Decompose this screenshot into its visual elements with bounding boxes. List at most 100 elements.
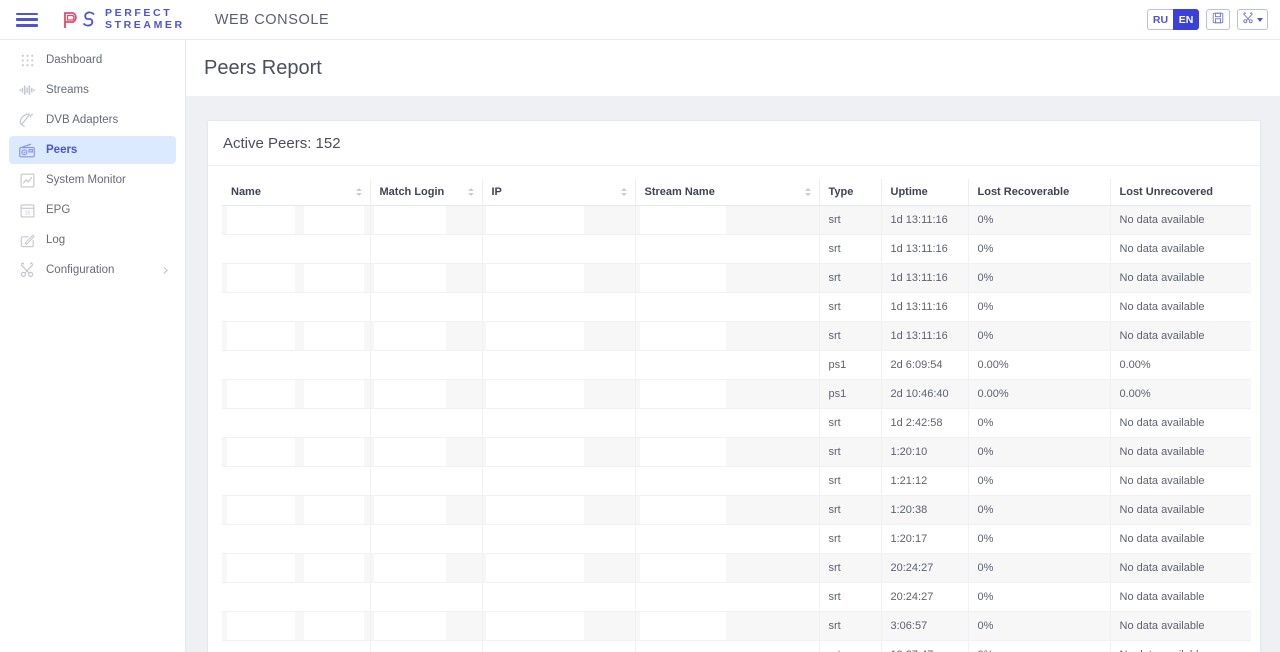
- save-button[interactable]: [1206, 9, 1230, 30]
- table-row[interactable]: srt1:20:170%No data available: [222, 525, 1251, 554]
- sort-icon[interactable]: [621, 188, 627, 196]
- column-header-lost-recoverable[interactable]: Lost Recoverable: [968, 179, 1110, 206]
- lang-button-en[interactable]: EN: [1173, 9, 1199, 30]
- cell-lost-recoverable: 0%: [968, 467, 1110, 496]
- main-content: Peers Report Active Peers: 152 Name: [186, 40, 1280, 652]
- table-row[interactable]: srt1:20:100%No data available: [222, 438, 1251, 467]
- table-row[interactable]: srt1d 13:11:160%No data available: [222, 235, 1251, 264]
- redacted-value: [486, 235, 636, 263]
- redacted-value: [227, 554, 295, 582]
- column-header-type[interactable]: Type: [819, 179, 881, 206]
- cell-lost-recoverable: 0%: [968, 322, 1110, 351]
- line-chart-icon: [18, 171, 36, 189]
- sidebar-item-streams[interactable]: Streams: [9, 76, 176, 104]
- brand-wordmark: PERFECT STREAMER: [105, 8, 185, 31]
- cell-stream-name: [635, 380, 819, 409]
- column-header-name[interactable]: Name: [222, 179, 370, 206]
- redacted-value: [374, 264, 446, 292]
- column-header-uptime[interactable]: Uptime: [881, 179, 968, 206]
- table-row[interactable]: srt1d 13:11:160%No data available: [222, 206, 1251, 235]
- table-row[interactable]: srt1:21:120%No data available: [222, 467, 1251, 496]
- table-row[interactable]: srt1:20:380%No data available: [222, 496, 1251, 525]
- cell-name: [222, 612, 370, 641]
- cell-uptime: 19:37:47: [881, 641, 968, 652]
- table-row[interactable]: srt3:06:570%No data available: [222, 612, 1251, 641]
- calendar-icon: 15: [18, 201, 36, 219]
- cell-uptime: 1d 13:11:16: [881, 235, 968, 264]
- sidebar-label: Log: [46, 234, 65, 246]
- cell-stream-name: [635, 206, 819, 235]
- table-row[interactable]: srt1d 2:42:580%No data available: [222, 409, 1251, 438]
- redacted-value: [486, 525, 636, 553]
- sidebar-item-log[interactable]: Log: [9, 226, 176, 254]
- cell-type: srt: [819, 293, 881, 322]
- table-row[interactable]: srt1d 13:11:160%No data available: [222, 293, 1251, 322]
- cell-stream-name: [635, 264, 819, 293]
- cell-lost-recoverable: 0%: [968, 206, 1110, 235]
- sidebar-item-dashboard[interactable]: Dashboard: [9, 46, 176, 74]
- table-row[interactable]: ps12d 6:09:540.00%0.00%: [222, 351, 1251, 380]
- sort-icon[interactable]: [805, 188, 811, 196]
- brand-logo[interactable]: PERFECT STREAMER: [62, 8, 185, 31]
- redacted-value: [640, 264, 726, 292]
- table-row[interactable]: srt1d 13:11:160%No data available: [222, 322, 1251, 351]
- column-label: Name: [231, 186, 261, 198]
- cell-uptime: 20:24:27: [881, 583, 968, 612]
- cell-lost-recoverable: 0%: [968, 496, 1110, 525]
- cell-lost-recoverable: 0%: [968, 438, 1110, 467]
- sidebar-item-configuration[interactable]: Configuration: [9, 256, 176, 284]
- cell-name: [222, 554, 370, 583]
- tools-menu-button[interactable]: [1237, 9, 1268, 30]
- cell-lost-recoverable: 0%: [968, 409, 1110, 438]
- redacted-value: [640, 583, 806, 611]
- redacted-value: [304, 554, 364, 582]
- column-header-lost-unrecovered[interactable]: Lost Unrecovered: [1110, 179, 1251, 206]
- cell-type: srt: [819, 235, 881, 264]
- redacted-value: [374, 235, 483, 263]
- sidebar-item-system-monitor[interactable]: System Monitor: [9, 166, 176, 194]
- cell-match-login: [370, 206, 482, 235]
- table-row[interactable]: srt20:24:270%No data available: [222, 554, 1251, 583]
- column-label: Stream Name: [645, 186, 715, 198]
- sort-icon[interactable]: [356, 188, 362, 196]
- redacted-value: [227, 525, 370, 553]
- redacted-value: [486, 409, 636, 437]
- cell-lost-recoverable: 0.00%: [968, 380, 1110, 409]
- cell-match-login: [370, 612, 482, 641]
- redacted-value: [486, 380, 584, 408]
- cell-type: ps1: [819, 351, 881, 380]
- redacted-value: [486, 351, 636, 379]
- redacted-value: [227, 612, 295, 640]
- cell-ip: [482, 496, 635, 525]
- cell-uptime: 1d 13:11:16: [881, 322, 968, 351]
- redacted-value: [640, 293, 806, 321]
- redacted-value: [640, 467, 806, 495]
- cell-name: [222, 293, 370, 322]
- sidebar-item-peers[interactable]: Peers: [9, 136, 176, 164]
- column-header-ip[interactable]: IP: [482, 179, 635, 206]
- cell-lost-recoverable: 0%: [968, 293, 1110, 322]
- sidebar-item-epg[interactable]: 15 EPG: [9, 196, 176, 224]
- table-row[interactable]: srt19:37:470%No data available: [222, 641, 1251, 652]
- redacted-value: [486, 612, 584, 640]
- sort-icon[interactable]: [468, 188, 474, 196]
- column-header-stream-name[interactable]: Stream Name: [635, 179, 819, 206]
- sidebar-item-dvb-adapters[interactable]: DVB Adapters: [9, 106, 176, 134]
- redacted-value: [374, 467, 483, 495]
- cell-lost-unrecovered: No data available: [1110, 322, 1251, 351]
- redacted-value: [374, 438, 446, 466]
- redacted-value: [304, 438, 364, 466]
- column-label: Lost Recoverable: [978, 186, 1070, 198]
- cell-ip: [482, 206, 635, 235]
- column-header-match-login[interactable]: Match Login: [370, 179, 482, 206]
- table-row[interactable]: srt1d 13:11:160%No data available: [222, 264, 1251, 293]
- peers-table: Name Match Login IP Stream Name: [222, 179, 1251, 652]
- table-row[interactable]: srt20:24:270%No data available: [222, 583, 1251, 612]
- lang-button-ru[interactable]: RU: [1147, 9, 1173, 30]
- cell-name: [222, 641, 370, 652]
- cell-ip: [482, 293, 635, 322]
- cell-lost-unrecovered: No data available: [1110, 438, 1251, 467]
- sidebar-label: EPG: [46, 204, 70, 216]
- hamburger-icon[interactable]: [16, 11, 40, 29]
- table-row[interactable]: ps12d 10:46:400.00%0.00%: [222, 380, 1251, 409]
